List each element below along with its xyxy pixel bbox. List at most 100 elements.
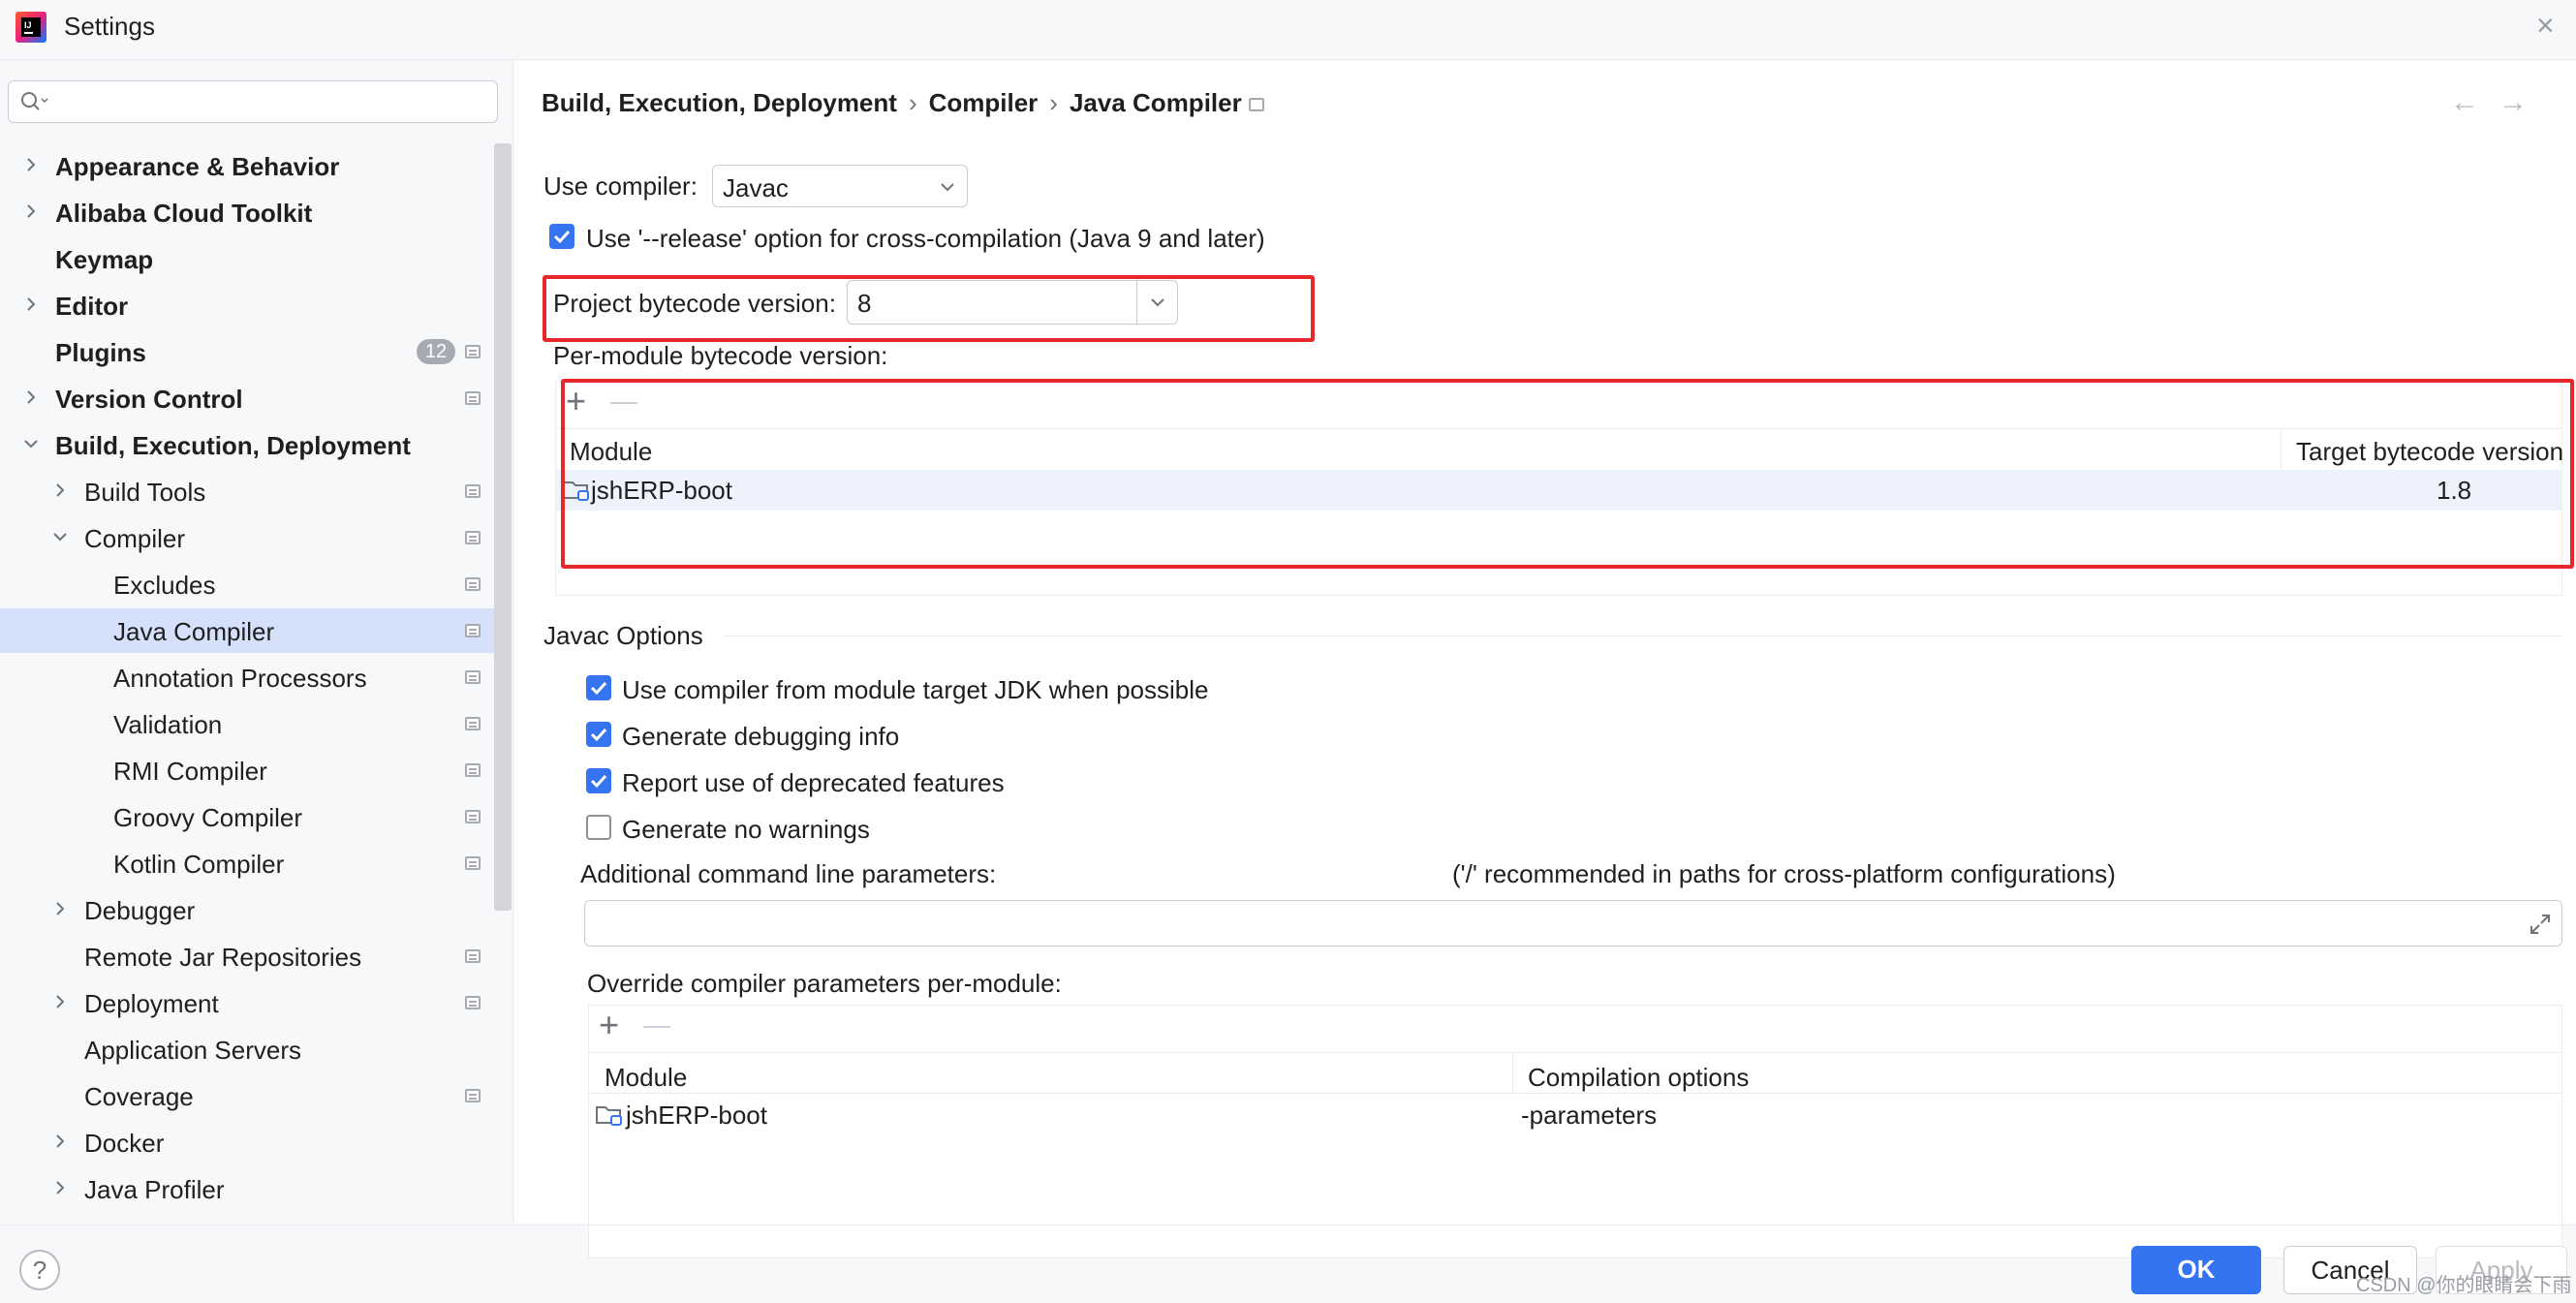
sidebar-item-label: Keymap [55, 245, 154, 274]
search-icon [21, 92, 48, 110]
override-params-label: Override compiler parameters per-module: [587, 969, 1062, 998]
column-header-module[interactable]: Module [605, 1063, 687, 1093]
table-row[interactable]: jshERP-boot 1.8 [556, 470, 2561, 511]
use-module-jdk-checkbox[interactable] [586, 675, 611, 700]
chevron-right-icon [56, 1181, 65, 1194]
search-input[interactable] [8, 80, 498, 123]
window-title: Settings [64, 12, 155, 41]
additional-params-input[interactable] [584, 900, 2562, 946]
java-compiler-panel: Build, Execution, Deployment › Compiler › Ja… [514, 61, 2576, 1258]
chevron-right-icon [27, 158, 36, 171]
table-row[interactable]: jshERP-boot -parameters [589, 1095, 2561, 1135]
per-module-bytecode-table: + — Module Target bytecode version jshER… [555, 381, 2563, 596]
project-settings-icon [465, 531, 481, 544]
project-settings-icon [465, 484, 481, 498]
additional-params-label: Additional command line parameters: [580, 859, 997, 888]
checkmark-icon [590, 681, 607, 696]
chevron-right-icon [27, 204, 36, 218]
target-bytecode-value[interactable]: 1.8 [2436, 476, 2471, 506]
project-settings-icon [1249, 98, 1264, 111]
override-params-table: + — Module Compilation options jshERP-bo… [588, 1005, 2562, 1258]
forward-arrow-icon[interactable]: → [2498, 86, 2528, 119]
chevron-down-icon [53, 533, 67, 542]
use-compiler-select[interactable]: Javac [712, 165, 968, 207]
release-option-checkbox[interactable] [549, 224, 574, 249]
sidebar-item-alibaba-cloud-toolkit[interactable]: Alibaba Cloud Toolkit [0, 190, 494, 234]
chevron-right-icon [56, 902, 65, 915]
column-header-module[interactable]: Module [570, 437, 652, 467]
sidebar-item-appearance-behavior[interactable]: Appearance & Behavior [0, 143, 494, 188]
project-settings-icon [465, 345, 481, 358]
sidebar-item-label: Deployment [84, 989, 219, 1018]
deprecated-features-label: Report use of deprecated features [622, 768, 1005, 797]
sidebar-item-rmi-compiler[interactable]: RMI Compiler [0, 748, 494, 792]
sidebar-item-excludes[interactable]: Excludes [0, 562, 494, 606]
back-arrow-icon[interactable]: ← [2450, 86, 2479, 119]
sidebar-item-coverage[interactable]: Coverage [0, 1073, 494, 1118]
module-name: jshERP-boot [626, 1101, 767, 1130]
checkmark-icon [590, 774, 607, 789]
add-module-button[interactable]: + [566, 384, 586, 419]
project-bytecode-select[interactable]: 8 [847, 280, 1178, 325]
no-warnings-checkbox[interactable] [586, 815, 611, 840]
remove-module-button[interactable]: — [610, 384, 637, 419]
sidebar-item-label: Excludes [113, 571, 216, 600]
remove-override-button[interactable]: — [643, 1008, 670, 1042]
help-button[interactable]: ? [19, 1250, 60, 1290]
sidebar-item-java-profiler[interactable]: Java Profiler [0, 1166, 494, 1211]
sidebar-item-kotlin-compiler[interactable]: Kotlin Compiler [0, 841, 494, 885]
intellij-logo-icon: IJ [16, 12, 47, 43]
column-divider [1512, 1052, 1513, 1093]
deprecated-features-checkbox[interactable] [586, 768, 611, 793]
sidebar-item-label: RMI Compiler [113, 757, 267, 786]
sidebar-item-label: Java Compiler [113, 617, 275, 646]
sidebar-item-build-execution-deployment[interactable]: Build, Execution, Deployment [0, 422, 494, 467]
sidebar-item-annotation-processors[interactable]: Annotation Processors [0, 655, 494, 699]
additional-params-hint: ('/' recommended in paths for cross-plat… [1452, 859, 2116, 888]
sidebar-item-label: Plugins [55, 338, 146, 367]
sidebar-item-label: Docker [84, 1129, 165, 1158]
compilation-options-value[interactable]: -parameters [1521, 1101, 1657, 1131]
sidebar-item-docker[interactable]: Docker [0, 1120, 494, 1164]
sidebar-item-debugger[interactable]: Debugger [0, 887, 494, 932]
sidebar-scrollbar[interactable] [494, 143, 512, 911]
add-override-button[interactable]: + [599, 1008, 619, 1042]
sidebar-item-groovy-compiler[interactable]: Groovy Compiler [0, 794, 494, 839]
sidebar-item-version-control[interactable]: Version Control [0, 376, 494, 420]
use-module-jdk-label: Use compiler from module target JDK when… [622, 675, 1209, 704]
sidebar-item-label: Version Control [55, 385, 243, 414]
sidebar-item-label: Alibaba Cloud Toolkit [55, 199, 313, 228]
toolbar-divider [589, 1052, 2561, 1053]
ok-button[interactable]: OK [2131, 1246, 2261, 1294]
chevron-down-icon [941, 183, 954, 192]
debugging-info-checkbox[interactable] [586, 722, 611, 747]
column-header-target-bytecode[interactable]: Target bytecode version [2296, 437, 2563, 467]
project-settings-icon [465, 670, 481, 684]
sidebar-item-validation[interactable]: Validation [0, 701, 494, 746]
sidebar-item-label: Remote Jar Repositories [84, 943, 362, 972]
sidebar-item-remote-jar-repositories[interactable]: Remote Jar Repositories [0, 934, 494, 978]
checkmark-icon [590, 728, 607, 742]
csdn-watermark: CSDN @你的眼睛会下雨 [2356, 1275, 2572, 1296]
header-divider [589, 1093, 2561, 1094]
sidebar-item-build-tools[interactable]: Build Tools [0, 469, 494, 513]
expand-icon[interactable] [2529, 913, 2552, 936]
module-folder-icon [596, 1106, 622, 1126]
sidebar-item-deployment[interactable]: Deployment [0, 980, 494, 1025]
sidebar-item-plugins[interactable]: Plugins 12 [0, 329, 494, 374]
settings-sidebar: Appearance & Behavior Alibaba Cloud Tool… [0, 61, 513, 1224]
chevron-right-icon [27, 297, 36, 311]
sidebar-item-label: Validation [113, 710, 223, 739]
sidebar-item-label: Compiler [84, 524, 186, 553]
sidebar-item-keymap[interactable]: Keymap [0, 236, 494, 281]
sidebar-item-compiler[interactable]: Compiler [0, 515, 494, 560]
sidebar-item-application-servers[interactable]: Application Servers [0, 1027, 494, 1071]
breadcrumb-compiler[interactable]: Compiler [929, 88, 1039, 117]
breadcrumb-build-execution-deployment[interactable]: Build, Execution, Deployment [542, 88, 897, 117]
sidebar-item-java-compiler[interactable]: Java Compiler [0, 608, 494, 653]
sidebar-item-editor[interactable]: Editor [0, 283, 494, 327]
project-settings-icon [465, 810, 481, 823]
project-settings-icon [465, 856, 481, 870]
close-window-icon[interactable]: × [2536, 8, 2555, 44]
column-header-compilation-options[interactable]: Compilation options [1528, 1063, 1749, 1093]
